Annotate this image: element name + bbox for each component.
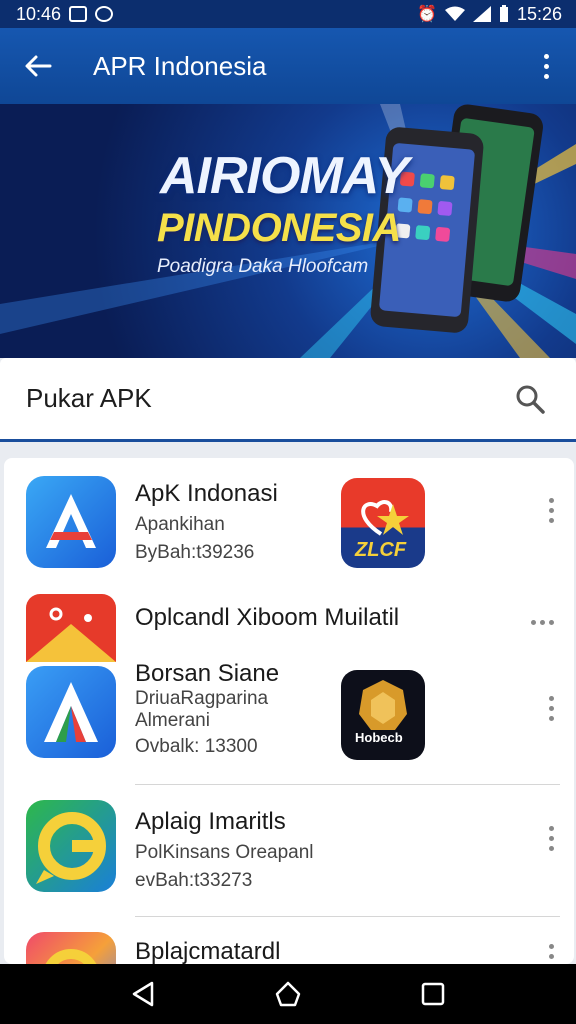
lion-icon: Hobecb <box>355 680 407 745</box>
search-icon <box>516 385 545 414</box>
overflow-menu-button[interactable] <box>516 28 576 104</box>
square-recents-icon <box>422 982 445 1006</box>
side-icon-label: Hobecb <box>355 730 403 745</box>
nav-back-button[interactable] <box>113 964 173 1024</box>
notification-icon <box>69 6 88 22</box>
lion-app-icon[interactable]: Hobecb <box>341 670 425 760</box>
app-icon <box>26 932 116 964</box>
battery-icon <box>499 5 508 22</box>
app-bar: APR Indonesia <box>0 28 576 104</box>
item-more-button[interactable] <box>549 696 554 721</box>
status-bar: 10:46 ⏰ 15:26 <box>0 0 576 28</box>
app-icon <box>26 476 116 568</box>
system-nav-bar <box>0 964 576 1024</box>
more-vert-icon <box>549 696 554 721</box>
home-icon <box>275 981 301 1007</box>
more-horiz-icon <box>531 620 554 625</box>
app-meta: ByBah:t39236 <box>135 542 255 563</box>
banner-title-line1: AIRIOMAY <box>160 147 409 205</box>
zlcf-app-icon[interactable]: ZLCF <box>341 478 425 568</box>
banner-title-line2: PINDONESIA <box>157 206 401 250</box>
arrow-left-icon <box>25 55 52 77</box>
alarm-icon: ⏰ <box>417 6 437 23</box>
app-subtitle: DriuaRagparina <box>135 688 269 709</box>
list-item[interactable]: Borsan Siane DriuaRagparina Almerani Ovb… <box>4 660 574 786</box>
list-item[interactable]: Bplajcmatardl <box>4 918 574 964</box>
app-title: Aplaig Imaritls <box>135 808 286 835</box>
app-list: ApK Indonasi Apankihan ByBah:t39236 ZLCF… <box>4 458 574 964</box>
banner-subtitle: Poadigra Daka Hloofcam <box>157 256 369 277</box>
item-more-button[interactable] <box>531 620 554 625</box>
list-item[interactable]: Aplaig Imaritls PolKinsans Oreapanl evBa… <box>4 786 574 918</box>
side-icon-label: ZLCF <box>354 539 407 561</box>
nav-home-button[interactable] <box>258 964 318 1024</box>
app-bar-title: APR Indonesia <box>93 50 267 81</box>
nav-recents-button[interactable] <box>403 964 463 1024</box>
app-title: Bplajcmatardl <box>135 938 281 964</box>
status-time-left: 10:46 <box>16 3 62 24</box>
more-vert-icon <box>549 826 554 851</box>
more-vert-icon <box>549 944 554 964</box>
app-meta: Ovbalk: 13300 <box>135 736 258 757</box>
search-button[interactable] <box>510 379 550 419</box>
list-item[interactable]: Oplcandl Xiboom Muilatil <box>4 588 574 662</box>
app-icon <box>26 666 116 758</box>
app-subtitle: Apankihan <box>135 514 225 535</box>
triangle-back-icon <box>132 981 153 1007</box>
divider <box>135 916 560 917</box>
app-subtitle: PolKinsans Oreapanl <box>135 842 314 863</box>
item-more-button[interactable] <box>549 826 554 851</box>
promo-banner[interactable]: AIRIOMAY PINDONESIA Poadigra Daka Hloofc… <box>0 104 576 358</box>
status-time-right: 15:26 <box>516 3 562 24</box>
app-title: Oplcandl Xiboom Muilatil <box>135 604 400 631</box>
list-item[interactable]: ApK Indonasi Apankihan ByBah:t39236 ZLCF <box>4 458 574 588</box>
more-vert-icon <box>543 53 549 79</box>
app-icon <box>26 800 116 892</box>
heart-star-icon: ZLCF <box>354 500 409 561</box>
wifi-icon <box>444 6 465 21</box>
item-more-button[interactable] <box>549 498 554 523</box>
app-subtitle-2: Almerani <box>135 710 210 731</box>
app-title: ApK Indonasi <box>135 480 278 507</box>
app-title: Borsan Siane <box>135 660 280 687</box>
signal-icon <box>472 6 491 22</box>
back-button[interactable] <box>0 28 76 104</box>
app-meta: evBah:t33273 <box>135 870 253 891</box>
search-bar <box>0 358 576 442</box>
divider <box>135 784 560 785</box>
search-input[interactable] <box>26 383 510 414</box>
more-vert-icon <box>549 498 554 523</box>
notification-icon-2 <box>95 6 114 22</box>
item-more-button[interactable] <box>549 944 554 964</box>
app-icon <box>26 594 116 662</box>
